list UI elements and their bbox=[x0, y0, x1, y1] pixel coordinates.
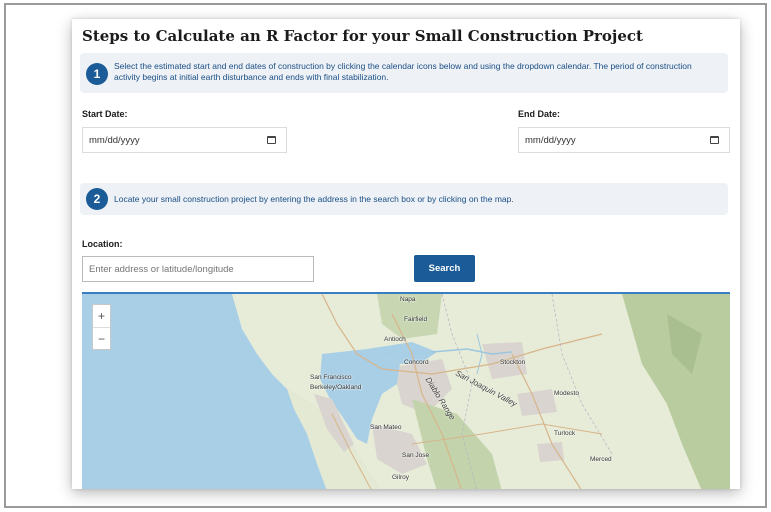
end-date-placeholder: mm/dd/yyyy bbox=[525, 134, 576, 146]
step-2-panel: 2 Locate your small construction project… bbox=[80, 183, 728, 215]
screenshot-frame: Steps to Calculate an R Factor for your … bbox=[4, 3, 767, 508]
map-label-fairfield: Fairfield bbox=[404, 316, 428, 323]
search-button[interactable]: Search bbox=[414, 255, 475, 282]
zoom-out-button[interactable]: − bbox=[93, 328, 110, 350]
start-date-label: Start Date: bbox=[82, 109, 128, 119]
page-title: Steps to Calculate an R Factor for your … bbox=[82, 27, 643, 45]
step-1-number: 1 bbox=[86, 63, 108, 85]
zoom-in-button[interactable]: + bbox=[93, 305, 110, 328]
map-label-napa: Napa bbox=[400, 296, 416, 303]
map-label-modesto: Modesto bbox=[554, 390, 579, 397]
map-label-san-francisco: San Francisco bbox=[310, 374, 352, 381]
end-date-input[interactable]: mm/dd/yyyy bbox=[518, 127, 730, 153]
r-factor-calculator-card: Steps to Calculate an R Factor for your … bbox=[72, 19, 740, 489]
step-1-text: Select the estimated start and end dates… bbox=[114, 61, 692, 82]
calendar-icon[interactable] bbox=[710, 136, 719, 144]
zoom-control: + − bbox=[92, 304, 111, 350]
map-label-stockton: Stockton bbox=[500, 359, 526, 366]
map-label-concord: Concord bbox=[404, 359, 429, 366]
map-label-san-mateo: San Mateo bbox=[370, 424, 402, 431]
location-search-input[interactable] bbox=[82, 256, 314, 282]
map-label-san-jose: San Jose bbox=[402, 452, 430, 459]
step-1-panel: 1 Select the estimated start and end dat… bbox=[80, 53, 728, 93]
step-2-number: 2 bbox=[86, 188, 108, 210]
location-label: Location: bbox=[82, 239, 123, 249]
start-date-placeholder: mm/dd/yyyy bbox=[89, 134, 140, 146]
step-2-text: Locate your small construction project b… bbox=[114, 194, 514, 204]
map-view[interactable]: + − Napa Fairfield Antioch Concord Stock… bbox=[82, 292, 730, 489]
map-label-berkeley: Berkeley/Oakland bbox=[310, 384, 362, 391]
map-label-antioch: Antioch bbox=[384, 336, 406, 343]
end-date-label: End Date: bbox=[518, 109, 561, 119]
start-date-input[interactable]: mm/dd/yyyy bbox=[82, 127, 287, 153]
map-basemap bbox=[232, 294, 730, 489]
map-label-gilroy: Gilroy bbox=[392, 474, 409, 481]
map-label-turlock: Turlock bbox=[554, 430, 576, 437]
calendar-icon[interactable] bbox=[267, 136, 276, 144]
map-label-merced: Merced bbox=[590, 456, 612, 463]
